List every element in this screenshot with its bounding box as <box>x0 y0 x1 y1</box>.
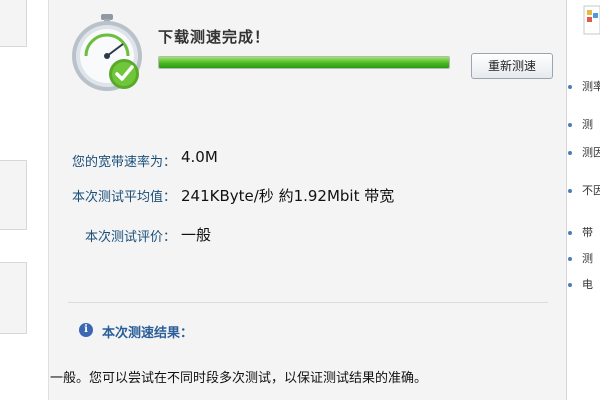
sidebar-link[interactable]: 带 <box>568 226 594 240</box>
bullet-icon <box>568 231 572 235</box>
bullet-icon <box>568 85 572 89</box>
stopwatch-check-icon <box>72 14 142 91</box>
right-sidebar <box>566 0 600 400</box>
bullet-icon <box>568 283 572 287</box>
info-icon: i <box>79 323 93 337</box>
bullet-icon <box>568 257 572 261</box>
section-divider <box>68 302 548 303</box>
sidebar-link-label: 测 <box>582 252 593 265</box>
sidebar-link[interactable]: 测因 <box>568 146 600 160</box>
download-status-title: 下载测速完成！ <box>158 28 271 46</box>
bandwidth-value: 4.0M <box>181 148 218 166</box>
sidebar-link[interactable]: 测 <box>568 118 594 132</box>
rating-label: 本次测试评价： <box>84 230 176 245</box>
sidebar-link[interactable]: 电 <box>568 278 594 292</box>
sidebar-link[interactable]: 测率 <box>568 80 600 94</box>
progress-fill <box>159 57 449 68</box>
bandwidth-label: 您的宽带速率为： <box>71 155 176 170</box>
bullet-icon <box>568 123 572 127</box>
retest-button[interactable]: 重新测速 <box>471 53 553 79</box>
sidebar-link-label: 不因 <box>582 184 600 197</box>
sidebar-link-label: 测因 <box>582 146 600 159</box>
summary-text: 一般。您可以尝试在不同时段多次测试，以保证测试结果的准确。 <box>50 371 428 386</box>
left-panel-box <box>0 262 27 334</box>
sidebar-link[interactable]: 不因 <box>568 184 600 198</box>
sidebar-link-label: 测 <box>582 118 593 131</box>
average-value: 241KByte/秒 約1.92Mbit 带宽 <box>181 187 395 205</box>
left-partial-panel <box>0 0 28 400</box>
sidebar-link-label: 测率 <box>582 80 600 93</box>
panel-border <box>48 0 49 400</box>
sidebar-link-label: 电 <box>582 278 593 291</box>
summary-title: 本次测速结果： <box>102 326 194 341</box>
left-panel-box <box>0 160 27 230</box>
bullet-icon <box>568 151 572 155</box>
sidebar-link[interactable]: 测 <box>568 252 594 266</box>
rating-value: 一般 <box>181 226 212 244</box>
download-progress-bar <box>158 56 450 69</box>
flag-icon <box>583 5 600 35</box>
left-panel-box <box>0 0 27 47</box>
bullet-icon <box>568 189 572 193</box>
sidebar-link-label: 带 <box>582 226 593 239</box>
average-label: 本次测试平均值： <box>71 190 176 205</box>
